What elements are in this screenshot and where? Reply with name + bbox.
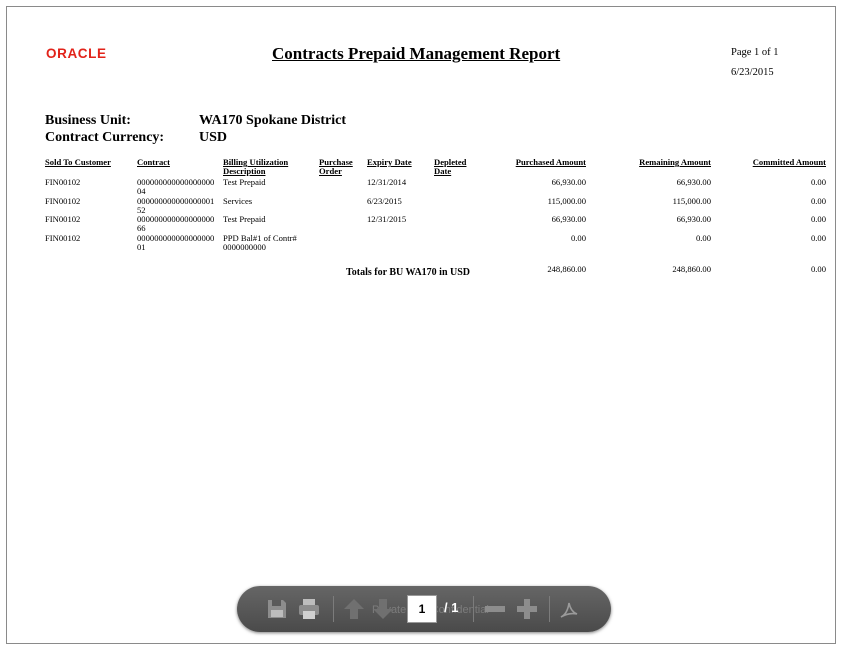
cell-description: Test Prepaid [223, 177, 266, 187]
cell-purchased-amount: 66,930.00 [551, 214, 586, 224]
cell-purchased-amount: 66,930.00 [551, 177, 586, 187]
header-description: Billing Utilization Description [223, 157, 289, 176]
cell-description: Test Prepaid [223, 214, 266, 224]
cell-remaining-amount: 66,930.00 [676, 177, 711, 187]
currency-label: Contract Currency: [45, 130, 165, 145]
cell-committed-amount: 0.00 [810, 233, 826, 243]
totals-label: Totals for BU WA170 in USD [346, 267, 471, 278]
zoom-in-icon[interactable] [515, 597, 539, 621]
business-unit-block: Business Unit: WA170 Spokane District Co… [45, 112, 346, 146]
total-purchased-amount: 248,860.00 [547, 264, 586, 274]
header-customer: Sold To Customer [45, 157, 111, 167]
total-remaining-amount: 248,860.00 [672, 264, 711, 274]
save-icon[interactable] [265, 597, 289, 621]
cell-expiry-date: 12/31/2014 [367, 177, 407, 187]
cell-purchased-amount: 0.00 [570, 233, 586, 243]
cell-customer: FIN00102 [45, 214, 81, 224]
page-info: Page 1 of 1 6/23/2015 [731, 43, 779, 83]
currency-value: USD [199, 130, 228, 145]
acrobat-icon[interactable] [557, 597, 581, 621]
cell-committed-amount: 0.00 [810, 177, 826, 187]
cell-committed-amount: 0.00 [810, 214, 826, 224]
cell-committed-amount: 0.00 [810, 196, 826, 206]
oracle-logo: ORACLE [46, 46, 107, 61]
cell-remaining-amount: 66,930.00 [676, 214, 711, 224]
page-number: Page 1 of 1 [731, 47, 779, 58]
header-purchased-amount: Purchased Amount [515, 157, 586, 167]
page-number-input[interactable]: 1 [407, 595, 437, 623]
pdf-toolbar: Private and Confidential 1 / 1 [237, 586, 611, 632]
cell-customer: FIN00102 [45, 196, 81, 206]
header-committed-amount: Committed Amount [752, 157, 826, 167]
header-depleted-date: Depleted Date [434, 157, 467, 176]
zoom-out-icon[interactable] [483, 597, 507, 621]
cell-contract: 00000000000000000001 [137, 233, 215, 252]
business-unit-value: WA170 Spokane District [199, 113, 347, 128]
page-total: / 1 [444, 600, 459, 615]
cell-contract: 00000000000000000004 [137, 177, 215, 196]
cell-purchased-amount: 115,000.00 [547, 196, 586, 206]
report-page [6, 6, 836, 644]
cell-description: PPD Bal#1 of Contr# 0000000000 [223, 233, 297, 252]
arrow-down-icon[interactable] [371, 597, 395, 621]
header-purchase-order: Purchase Order [319, 157, 353, 176]
cell-contract: 00000000000000000152 [137, 196, 215, 215]
total-committed-amount: 0.00 [810, 264, 826, 274]
report-title: Contracts Prepaid Management Report [272, 44, 561, 63]
cell-customer: FIN00102 [45, 233, 81, 243]
header-contract: Contract [137, 157, 170, 167]
header-expiry-date: Expiry Date [367, 157, 412, 167]
cell-expiry-date: 6/23/2015 [367, 196, 402, 206]
cell-expiry-date: 12/31/2015 [367, 214, 407, 224]
business-unit-label: Business Unit: [45, 113, 131, 128]
cell-contract: 00000000000000000066 [137, 214, 215, 233]
cell-remaining-amount: 0.00 [695, 233, 711, 243]
cell-customer: FIN00102 [45, 177, 81, 187]
arrow-up-icon[interactable] [342, 597, 366, 621]
cell-remaining-amount: 115,000.00 [672, 196, 711, 206]
print-icon[interactable] [297, 597, 321, 621]
report-date: 6/23/2015 [731, 67, 774, 78]
cell-description: Services [223, 196, 253, 206]
header-remaining-amount: Remaining Amount [639, 157, 711, 167]
